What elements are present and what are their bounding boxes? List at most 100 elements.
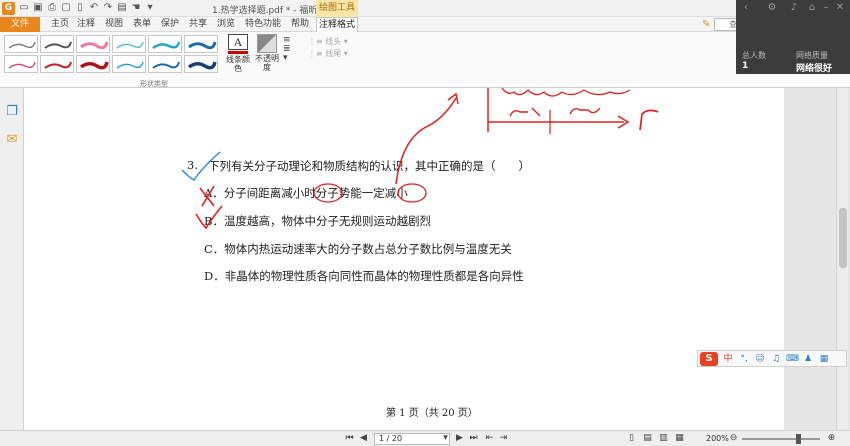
- tab-form[interactable]: 表单: [130, 17, 154, 32]
- ink-r-letter: [639, 109, 659, 131]
- undo-icon[interactable]: ↶: [88, 2, 100, 14]
- pdf-page: 3. 下列有关分子动理论和物质结构的认识，其中正确的是（ ） A．分子间距离减小…: [24, 88, 784, 430]
- shape-style-8[interactable]: [40, 55, 74, 73]
- open-icon[interactable]: ▭: [18, 2, 30, 14]
- tab-help[interactable]: 帮助: [288, 17, 312, 32]
- panel-settings-icon[interactable]: ⚙: [766, 2, 778, 14]
- scroll-thumb[interactable]: [839, 208, 847, 268]
- zoom-slider[interactable]: [742, 438, 820, 440]
- shape-style-4[interactable]: [112, 35, 146, 53]
- line-start-button[interactable]: ⋮≡ 线头 ▾: [308, 36, 348, 47]
- first-page-icon[interactable]: ⏮: [344, 433, 355, 444]
- shape-style-7[interactable]: [4, 55, 38, 73]
- tab-comment[interactable]: 注释: [74, 17, 98, 32]
- hand-icon[interactable]: ☚: [130, 2, 142, 14]
- line-end-button[interactable]: ⋮≡ 线尾 ▾: [308, 48, 348, 59]
- next-page-icon[interactable]: ▶: [454, 433, 465, 444]
- network-quality-label: 网络质量: [796, 51, 828, 60]
- ime-chinese-icon[interactable]: 中: [722, 353, 734, 365]
- tab-home[interactable]: 主页: [48, 17, 72, 32]
- total-people-value: 1: [742, 61, 749, 71]
- page-dropdown-icon[interactable]: ▾: [440, 433, 451, 444]
- ink-ep-right: [569, 107, 601, 115]
- zoom-in-icon[interactable]: ⊕: [826, 433, 837, 444]
- shape-style-6[interactable]: [184, 35, 218, 53]
- shape-style-5[interactable]: [148, 35, 182, 53]
- tab-share[interactable]: 共享: [186, 17, 210, 32]
- shape-style-12[interactable]: [184, 55, 218, 73]
- panel-back-icon[interactable]: ‹: [740, 2, 752, 14]
- panel-sound-icon[interactable]: ♪: [788, 2, 800, 14]
- search-icon[interactable]: ✎: [702, 18, 714, 31]
- total-people-label: 总人数: [742, 51, 766, 60]
- customize-icon[interactable]: ▾: [144, 2, 156, 14]
- comments-panel-icon[interactable]: ✉: [4, 132, 20, 148]
- zoom-level[interactable]: 200%: [706, 434, 729, 443]
- page-icon[interactable]: ▯: [74, 2, 86, 14]
- ribbon: 形状类型 A 线条颜色 不透明度 ≡ ≣ ▾ ⋮≡ 线头 ▾ ⋮≡ 线尾 ▾: [0, 32, 850, 88]
- tab-view[interactable]: 视图: [102, 17, 126, 32]
- shape-style-11[interactable]: [148, 55, 182, 73]
- panel-close-icon[interactable]: ✕: [834, 2, 846, 14]
- online-status-panel: ‹ ⚙ ♪ ⌂ – ✕ 总人数 1 网络质量 网络很好: [736, 0, 850, 74]
- zoom-slider-knob[interactable]: [796, 434, 801, 444]
- file-menu[interactable]: 文件: [0, 17, 40, 32]
- ink-scribble-text: [501, 88, 631, 97]
- shape-style-9[interactable]: [76, 55, 110, 73]
- page-thumbnails-icon[interactable]: ❐: [4, 104, 20, 120]
- panel-min-icon[interactable]: –: [820, 2, 832, 14]
- title-bar: G ▭ ▣ ⎙ ▢ ▯ ↶ ↷ ▤ ☚ ▾ 1.热学选择题.pdf * - 福昕…: [0, 0, 850, 17]
- ink-arrow-curve: [395, 97, 457, 185]
- tab-annotation-format[interactable]: 注释格式: [316, 17, 358, 33]
- tab-browse[interactable]: 浏览: [214, 17, 238, 32]
- panel-share-icon[interactable]: ⌂: [806, 2, 818, 14]
- single-page-icon[interactable]: ▯: [626, 433, 637, 444]
- next-view-icon[interactable]: ⇥: [498, 433, 509, 444]
- line-color-label: 线条颜色: [226, 55, 250, 73]
- shape-style-1[interactable]: [4, 35, 38, 53]
- line-end-label: 线尾: [325, 49, 342, 58]
- shape-style-2[interactable]: [40, 35, 74, 53]
- new-icon[interactable]: ▢: [60, 2, 72, 14]
- tab-features[interactable]: 特色功能: [242, 17, 284, 32]
- prev-page-icon[interactable]: ◀: [358, 433, 369, 444]
- opacity-button[interactable]: 不透明度: [254, 34, 280, 72]
- ime-keyboard-icon[interactable]: ⌨: [786, 353, 799, 365]
- line-start-label: 线头: [325, 37, 342, 46]
- status-bar: ⏮ ◀ 1 / 20 ▾ ▶ ⏭ ⇤ ⇥ ▯ ▤ ▥ ▦ 200% ⊖ ⊕: [0, 430, 850, 446]
- ime-voice-icon[interactable]: ♫: [770, 353, 782, 365]
- facing-icon[interactable]: ▥: [658, 433, 669, 444]
- ime-emoji-icon[interactable]: ☺: [754, 353, 766, 365]
- zoom-out-icon[interactable]: ⊖: [728, 433, 739, 444]
- drawing-tool-context-tab: 绘图工具: [316, 0, 358, 17]
- vertical-scrollbar[interactable]: [836, 88, 848, 430]
- handwritten-ink-annotations: [181, 88, 659, 230]
- ink-ep-left: [509, 107, 541, 117]
- ink-red-x: [199, 185, 215, 207]
- save-icon[interactable]: ▣: [32, 2, 44, 14]
- ime-toolbox-icon[interactable]: ▦: [818, 353, 830, 365]
- last-page-icon[interactable]: ⏭: [468, 433, 479, 444]
- ime-skin-icon[interactable]: ♟: [802, 353, 814, 365]
- continuous-icon[interactable]: ▤: [642, 433, 653, 444]
- page-number-input[interactable]: 1 / 20: [374, 433, 450, 445]
- opacity-label: 不透明度: [255, 54, 279, 72]
- line-width-icon[interactable]: ≡ ≣ ▾: [283, 36, 297, 64]
- line-color-button[interactable]: A 线条颜色: [225, 34, 251, 73]
- prev-view-icon[interactable]: ⇤: [484, 433, 495, 444]
- network-quality-value: 网络很好: [796, 64, 833, 74]
- tab-protect[interactable]: 保护: [158, 17, 182, 32]
- snapshot-icon[interactable]: ▤: [116, 2, 128, 14]
- shape-style-10[interactable]: [112, 55, 146, 73]
- line-color-swatch: [228, 51, 248, 54]
- cover-icon[interactable]: ▦: [674, 433, 685, 444]
- line-color-icon: A: [228, 34, 248, 50]
- sogou-logo-icon[interactable]: S: [700, 352, 718, 366]
- menu-bar: 文件 主页 注释 视图 表单 保护 共享 浏览 特色功能 帮助 注释格式 ✎ 查…: [0, 17, 850, 33]
- print-icon[interactable]: ⎙: [46, 2, 58, 14]
- ime-punct-icon[interactable]: °,: [738, 353, 750, 365]
- left-navigation-pane: ❐ ✉: [0, 88, 24, 430]
- shape-style-3[interactable]: [76, 35, 110, 53]
- redo-icon[interactable]: ↷: [102, 2, 114, 14]
- app-logo-icon[interactable]: G: [2, 2, 15, 15]
